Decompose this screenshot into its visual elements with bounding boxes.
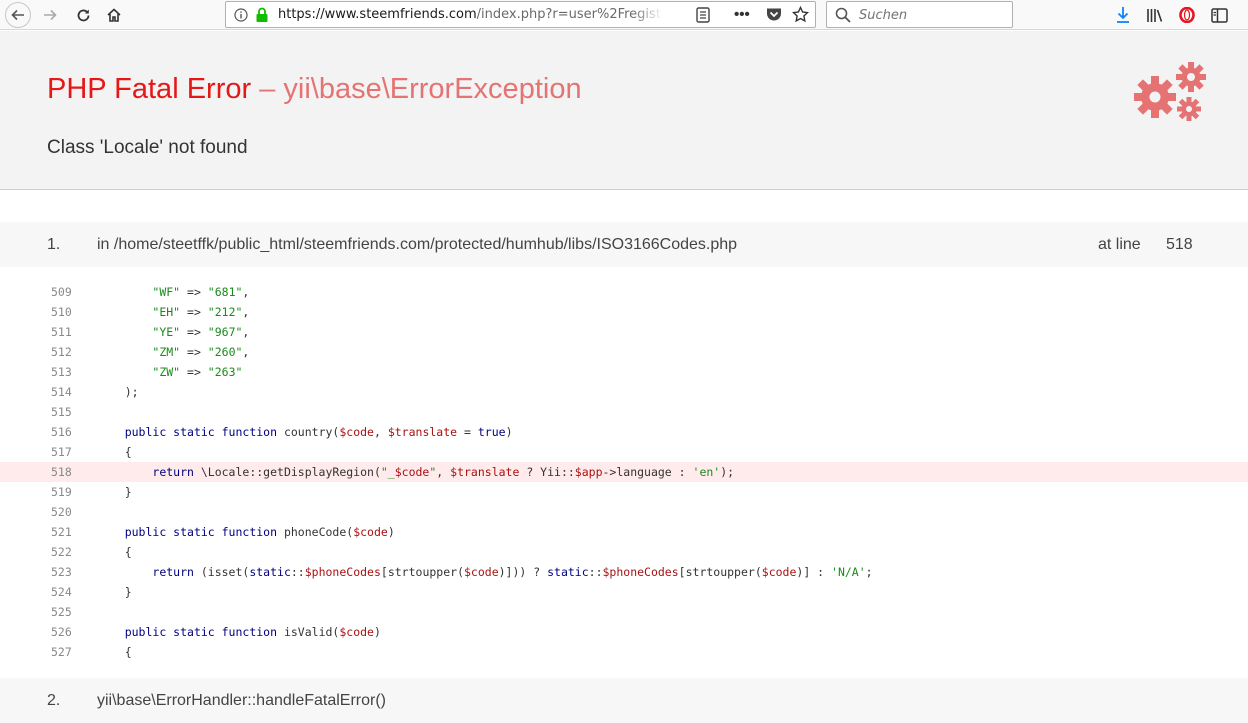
code-line-source: }: [97, 585, 132, 599]
download-icon: [1117, 7, 1129, 23]
forward-icon: [44, 9, 57, 21]
code-line-number: 509: [51, 285, 72, 299]
back-icon: [11, 9, 24, 21]
code-line-number: 520: [51, 505, 72, 519]
info-icon[interactable]: [234, 8, 248, 22]
home-icon: [107, 8, 121, 22]
code-line-source: "ZM" => "260",: [152, 345, 250, 359]
code-line-number: 513: [51, 365, 72, 379]
library-button[interactable]: [1143, 3, 1167, 27]
code-line: 522 {: [0, 542, 1248, 562]
code-line-number: 524: [51, 585, 72, 599]
code-line-number: 512: [51, 345, 72, 359]
code-line-number: 511: [51, 325, 72, 339]
code-line: 511 "YE" => "967",: [0, 322, 1248, 342]
bookmark-star-icon[interactable]: [792, 6, 809, 23]
code-line: 512 "ZM" => "260",: [0, 342, 1248, 362]
code-line: 526 public static function isValid($code…: [0, 622, 1248, 642]
code-line-source: public static function phoneCode($code): [124, 525, 395, 539]
code-line-source: "EH" => "212",: [152, 305, 250, 319]
code-line-source: "YE" => "967",: [152, 325, 250, 339]
url-host: https://www.steemfriends.com: [278, 7, 477, 22]
code-line-number: 519: [51, 485, 72, 499]
code-line: 524 }: [0, 582, 1248, 602]
code-line-number: 510: [51, 305, 72, 319]
browser-toolbar: https://www.steemfriends.com/index.php?r…: [0, 0, 1248, 30]
error-title: PHP Fatal Error – yii\base\ErrorExceptio…: [47, 73, 582, 106]
code-line-source: }: [97, 485, 132, 499]
stack-frame-1[interactable]: 1. in /home/steetffk/public_html/steemfr…: [0, 222, 1248, 267]
code-line-number: 522: [51, 545, 72, 559]
url-text[interactable]: https://www.steemfriends.com/index.php?r…: [278, 7, 663, 22]
code-line: 516 public static function country($code…: [0, 422, 1248, 442]
code-line-source: public static function isValid($code): [124, 625, 381, 639]
code-line-number: 514: [51, 385, 72, 399]
stack-frame-location: yii\base\ErrorHandler::handleFatalError(…: [97, 692, 386, 709]
error-header: PHP Fatal Error – yii\base\ErrorExceptio…: [0, 31, 1248, 190]
code-line-source: {: [97, 545, 132, 559]
search-icon: [835, 7, 851, 23]
sidebar-icon: [1210, 7, 1228, 23]
code-line-number: 527: [51, 645, 72, 659]
code-line: 517 {: [0, 442, 1248, 462]
opera-button[interactable]: [1175, 3, 1199, 27]
code-block: 509 "WF" => "681", 510 "EH" => "212", 511 …: [0, 282, 1248, 662]
code-line: 520: [0, 502, 1248, 522]
code-line-number: 517: [51, 445, 72, 459]
stack-frame-at-line-label: at line: [1098, 236, 1141, 253]
url-bar[interactable]: https://www.steemfriends.com/index.php?r…: [225, 1, 816, 28]
error-title-separator: –: [251, 73, 284, 105]
library-icon: [1147, 9, 1163, 22]
code-line: 509 "WF" => "681",: [0, 282, 1248, 302]
code-line-number: 521: [51, 525, 72, 539]
stack-frame-line-number: 518: [1166, 236, 1193, 253]
opera-icon: [1179, 7, 1195, 23]
error-message: Class 'Locale' not found: [47, 137, 248, 158]
code-line-source: );: [97, 385, 139, 399]
home-button[interactable]: [102, 3, 126, 27]
gears-icon: [1134, 62, 1206, 121]
code-line-number: 523: [51, 565, 72, 579]
error-title-main: PHP Fatal Error: [47, 73, 252, 105]
code-line: 521 public static function phoneCode($co…: [0, 522, 1248, 542]
reload-button[interactable]: [71, 3, 95, 27]
reader-view-icon[interactable]: [696, 7, 710, 23]
code-line: 514 );: [0, 382, 1248, 402]
code-line-source: {: [97, 445, 132, 459]
code-line: 527 {: [0, 642, 1248, 662]
sidebar-button[interactable]: [1207, 3, 1231, 27]
lock-icon[interactable]: [255, 7, 269, 23]
page-actions-icon[interactable]: •••: [734, 6, 750, 23]
search-input[interactable]: Suchen: [859, 8, 907, 23]
code-line: 515: [0, 402, 1248, 422]
code-line: 518 return \Locale::getDisplayRegion("_$…: [0, 462, 1248, 482]
code-line-source: "WF" => "681",: [152, 285, 250, 299]
back-button[interactable]: [5, 2, 31, 28]
code-line: 525: [0, 602, 1248, 622]
error-exception-link[interactable]: yii\base\ErrorException: [283, 73, 581, 105]
stack-frame-location: in /home/steetffk/public_html/steemfrien…: [97, 236, 738, 253]
code-line-source: return \Locale::getDisplayRegion("_$code…: [152, 465, 735, 479]
code-line-number: 518: [51, 465, 72, 479]
code-line-source: return (isset(static::$phoneCodes[strtou…: [152, 565, 873, 579]
search-bar[interactable]: Suchen: [826, 1, 1013, 28]
code-line-number: 525: [51, 605, 72, 619]
code-line: 513 "ZW" => "263": [0, 362, 1248, 382]
code-line: 519 }: [0, 482, 1248, 502]
code-line-number: 515: [51, 405, 72, 419]
code-line: 510 "EH" => "212",: [0, 302, 1248, 322]
reload-icon: [77, 9, 89, 21]
pocket-icon[interactable]: [766, 7, 782, 22]
stack-frame-2[interactable]: 2. yii\base\ErrorHandler::handleFatalErr…: [0, 678, 1248, 723]
code-line-source: "ZW" => "263": [152, 365, 243, 379]
code-line-source: public static function country($code, $t…: [124, 425, 513, 439]
stack-frame-index: 2.: [47, 692, 61, 709]
code-line: 523 return (isset(static::$phoneCodes[st…: [0, 562, 1248, 582]
code-line-number: 526: [51, 625, 72, 639]
forward-button[interactable]: [38, 3, 62, 27]
code-line-number: 516: [51, 425, 72, 439]
downloads-button[interactable]: [1111, 3, 1135, 27]
stack-frame-index: 1.: [47, 236, 61, 253]
code-line-source: {: [97, 645, 132, 659]
